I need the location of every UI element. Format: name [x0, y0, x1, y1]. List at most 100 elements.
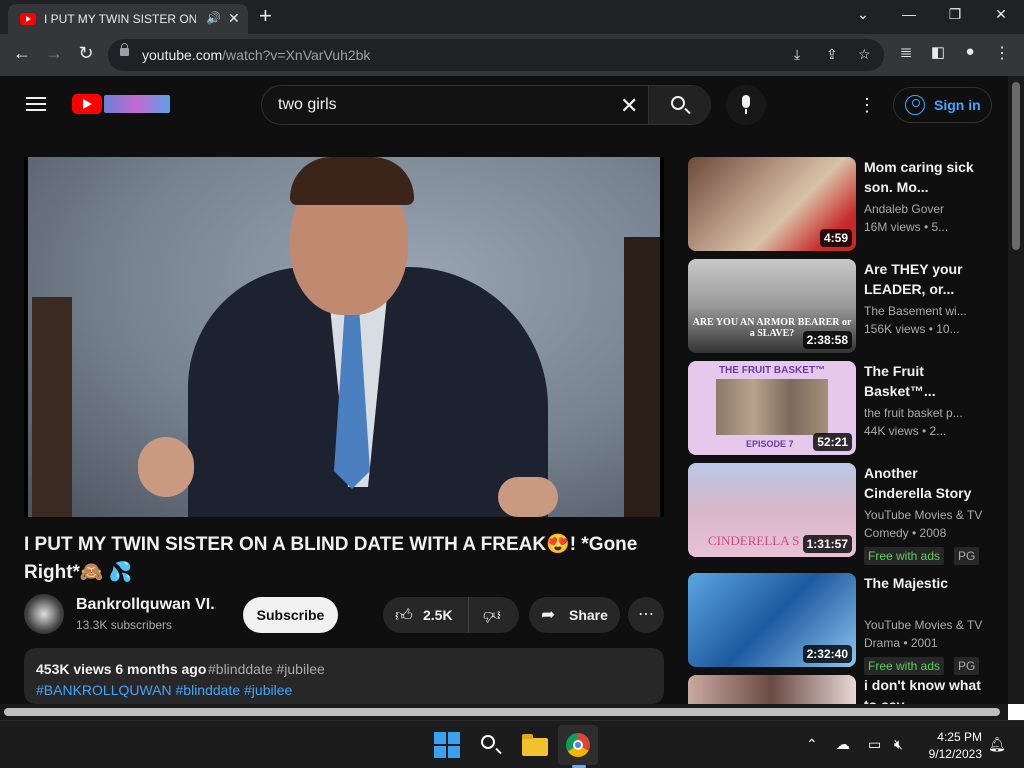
reload-icon[interactable]: ↻	[74, 43, 98, 64]
share-button[interactable]: ➦ Share	[529, 597, 620, 633]
voice-search-button[interactable]	[726, 85, 766, 125]
profile-icon[interactable]: ●	[958, 43, 982, 60]
address-bar[interactable]: youtube.com/watch?v=XnVarVuh2bk ⤓ ⇪ ☆	[108, 39, 884, 71]
tab-close-icon[interactable]: ✕	[228, 10, 240, 27]
thumbs-down-icon: 👍︎	[483, 606, 501, 625]
video-frame[interactable]	[28, 157, 660, 517]
clock-time[interactable]: 4:25 PM	[922, 730, 982, 744]
recommended-video[interactable]: CINDERELLA S 1:31:57 Another Cinderella …	[688, 463, 988, 565]
recommended-video[interactable]: 2:32:40 The Majestic YouTube Movies & TV…	[688, 573, 988, 675]
video-duration: 2:32:40	[802, 645, 852, 663]
free-with-ads-badge: Free with ads	[864, 547, 945, 565]
clock-date[interactable]: 9/12/2023	[916, 747, 982, 761]
search-button[interactable]	[648, 86, 711, 124]
chrome-menu-icon[interactable]: ⋮	[990, 43, 1014, 63]
recommended-title[interactable]: Are THEY your LEADER, or...	[864, 259, 986, 299]
url-path: /watch?v=XnVarVuh2bk	[222, 47, 371, 63]
share-label: Share	[569, 607, 608, 623]
side-panel-icon[interactable]: ◧	[926, 43, 950, 61]
taskbar-search-icon[interactable]	[477, 731, 505, 759]
description-box[interactable]: 453K views 6 months ago #blinddate #jubi…	[24, 648, 664, 704]
recommended-channel[interactable]: The Basement wi...	[864, 304, 986, 318]
video-thumbnail[interactable]	[688, 675, 856, 704]
vertical-scrollbar-thumb[interactable]	[1012, 82, 1020, 250]
bookmark-star-icon[interactable]: ☆	[858, 46, 871, 63]
hashtags-line[interactable]: #blinddate #jubilee	[208, 661, 325, 677]
recommended-video[interactable]: 4:59 Mom caring sick son. Mo... Andaleb …	[688, 157, 988, 251]
hashtags-links[interactable]: #BANKROLLQUWAN #blinddate #jubilee	[36, 682, 292, 698]
onedrive-icon[interactable]: ☁	[836, 736, 850, 753]
browser-tab[interactable]: I PUT MY TWIN SISTER ON A BLIND DATE WIT…	[8, 4, 248, 34]
channel-name[interactable]: Bankrollquwan VI...	[76, 596, 216, 614]
like-dislike-group: 👍︎ 2.5K 👍︎	[383, 597, 519, 633]
close-window-button[interactable]: ✕	[991, 6, 1011, 23]
youtube-favicon-icon	[20, 13, 36, 25]
sign-in-button[interactable]: Sign in	[893, 87, 992, 123]
minimize-button[interactable]: —	[899, 6, 919, 22]
thumbnail-caption: THE FRUIT BASKET™	[718, 365, 826, 376]
lock-icon[interactable]	[120, 43, 129, 56]
recommended-title[interactable]: The Majestic	[864, 573, 986, 593]
recommended-video[interactable]: ARE YOU AN ARMOR BEARER or a SLAVE? 2:38…	[688, 259, 988, 353]
recommended-channel[interactable]: the fruit basket p...	[864, 406, 986, 420]
video-thumbnail[interactable]: 2:32:40	[688, 573, 856, 667]
volume-muted-icon[interactable]: 🔇︎	[894, 736, 903, 753]
more-actions-button[interactable]: ⋯	[628, 597, 664, 633]
recommended-channel[interactable]: YouTube Movies & TV	[864, 618, 986, 632]
video-thumbnail[interactable]: CINDERELLA S 1:31:57	[688, 463, 856, 557]
back-arrow-icon[interactable]: ←	[10, 43, 34, 64]
windows-start-icon[interactable]	[433, 731, 461, 759]
recommended-title[interactable]: i don't know what to say	[864, 675, 986, 704]
recommended-channel[interactable]: YouTube Movies & TV	[864, 508, 986, 522]
subscribe-button[interactable]: Subscribe	[243, 597, 338, 633]
vertical-scrollbar[interactable]	[1008, 76, 1024, 704]
recommended-title[interactable]: The Fruit Basket™...	[864, 361, 986, 401]
share-page-icon[interactable]: ⇪	[826, 46, 838, 63]
video-duration: 1:31:57	[802, 535, 852, 553]
maximize-button[interactable]: ❐	[945, 6, 965, 23]
recommended-title[interactable]: Another Cinderella Story	[864, 463, 986, 503]
browser-toolbar: ← → ↻ youtube.com/watch?v=XnVarVuh2bk ⤓ …	[0, 34, 1024, 76]
channel-avatar[interactable]	[24, 594, 64, 634]
hamburger-menu-icon[interactable]	[26, 97, 46, 111]
recommended-title[interactable]: Mom caring sick son. Mo...	[864, 157, 986, 197]
show-hidden-icons-chevron-icon[interactable]: ⌃	[806, 736, 818, 753]
clear-search-icon[interactable]: ✕	[620, 93, 638, 119]
search-input[interactable]: two girls	[278, 96, 337, 114]
microphone-icon	[742, 95, 750, 108]
video-thumbnail[interactable]: THE FRUIT BASKET™ EPISODE 7 52:21	[688, 361, 856, 455]
video-title: I PUT MY TWIN SISTER ON A BLIND DATE WIT…	[24, 534, 638, 583]
url-text[interactable]: youtube.com/watch?v=XnVarVuh2bk	[142, 47, 370, 63]
scrollbar-corner	[1008, 704, 1024, 720]
video-thumbnail[interactable]: 4:59	[688, 157, 856, 251]
tab-audio-icon[interactable]: 🔊	[206, 11, 221, 25]
dislike-button[interactable]: 👍︎	[469, 597, 519, 633]
like-button[interactable]: 👍︎ 2.5K	[383, 597, 469, 633]
youtube-logo[interactable]	[72, 94, 102, 114]
tab-search-icon[interactable]: ⌄	[853, 6, 873, 23]
forward-arrow-icon[interactable]: →	[42, 43, 66, 64]
chrome-icon	[566, 733, 590, 757]
recommended-channel[interactable]: Andaleb Gover	[864, 202, 986, 216]
media-controls-icon[interactable]: ≣	[894, 43, 918, 61]
install-app-icon[interactable]: ⤓	[794, 46, 800, 63]
horizontal-scrollbar[interactable]	[0, 704, 1008, 720]
notification-bell-icon[interactable]: 🔔︎	[988, 736, 1006, 753]
video-thumbnail[interactable]: ARE YOU AN ARMOR BEARER or a SLAVE? 2:38…	[688, 259, 856, 353]
thumbnail-caption: CINDERELLA S	[708, 533, 800, 548]
video-duration: 2:38:58	[802, 331, 852, 349]
account-icon	[905, 95, 925, 115]
subscriber-count: 13.3K subscribers	[76, 618, 173, 632]
horizontal-scrollbar-thumb[interactable]	[4, 708, 1000, 716]
chrome-taskbar-button[interactable]	[558, 725, 598, 765]
settings-menu-icon[interactable]: ⋮	[858, 94, 876, 116]
search-bar: two girls ✕	[261, 85, 711, 125]
network-icon[interactable]: ▭	[868, 736, 881, 753]
file-explorer-icon[interactable]	[521, 731, 549, 759]
recommended-video[interactable]: i don't know what to say	[688, 675, 988, 704]
youtube-doodle-logo[interactable]	[104, 95, 170, 113]
video-player[interactable]	[24, 157, 664, 517]
new-tab-button[interactable]: +	[259, 4, 272, 28]
free-with-ads-badge: Free with ads	[864, 657, 945, 675]
recommended-video[interactable]: THE FRUIT BASKET™ EPISODE 7 52:21 The Fr…	[688, 361, 988, 455]
